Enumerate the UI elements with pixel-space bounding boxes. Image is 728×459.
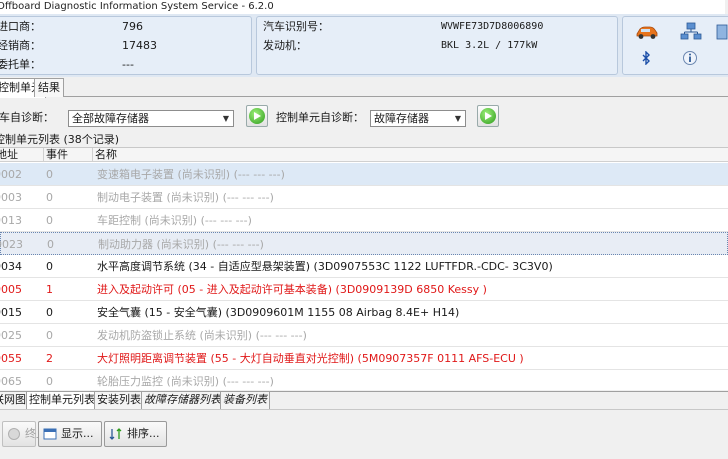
list-caption: 控制单元列表 (38个记录) (0, 133, 120, 146)
stop-button[interactable]: 终止 (2, 421, 47, 447)
chevron-down-icon: ▼ (222, 114, 230, 123)
tab-installation-list[interactable]: 安装列表 (94, 392, 144, 410)
cell-address: 0015 (0, 306, 22, 319)
cell-address: 0023 (0, 238, 23, 251)
table-row[interactable]: 0034 0 水平高度调节系统 (34 - 自适应型悬架装置) (3D0907553… (0, 255, 728, 278)
cell-name: 进入及起动许可 (05 - 进入及起动许可基本装备) (3D0909139D 6… (97, 283, 487, 296)
info-icon[interactable] (682, 50, 698, 66)
ecu-diag-select[interactable]: 故障存储器 ▼ (370, 110, 466, 127)
dealer-value: 796 (122, 20, 143, 33)
cell-name: 大灯照明距离调节装置 (55 - 大灯自动垂直对光控制) (5M0907357F… (97, 352, 524, 365)
cell-address: 0055 (0, 352, 22, 365)
cell-event: 0 (46, 260, 53, 273)
cell-name: 水平高度调节系统 (34 - 自适应型悬架装置) (3D0907553C 112… (97, 260, 553, 273)
bluetooth-icon[interactable] (641, 51, 651, 65)
cell-address: 0003 (0, 191, 22, 204)
bottom-tab-strip: 联网图 控制单元列表 安装列表 故障存储器列表 装备列表 (0, 391, 728, 410)
control-unit-grid[interactable]: 地址 事件 名称 00020变速箱电子装置 (尚未识别) (--- --- --… (0, 147, 728, 390)
vehicle-diag-select[interactable]: 全部故障存储器 ▼ (68, 110, 234, 127)
cell-event: 0 (46, 375, 53, 388)
cell-event: 0 (46, 191, 53, 204)
display-button-label: 显示... (61, 427, 94, 440)
ecu-diag-go-button[interactable] (477, 105, 499, 127)
tab-results[interactable]: 结果 (34, 78, 64, 97)
grid-header: 地址 事件 名称 (0, 148, 728, 162)
cell-name: 制动电子装置 (尚未识别) (--- --- ---) (97, 191, 274, 204)
table-row[interactable]: 0013 0 车距控制 (尚未识别) (--- --- ---) (0, 209, 728, 232)
cell-address: 0034 (0, 260, 22, 273)
vehicle-info-panel: 进口商： 796 经销商： 17483 委托单： --- 汽车识别号： WVWF… (0, 14, 728, 77)
cell-name: 发动机防盗锁止系统 (尚未识别) (--- --- ---) (97, 329, 307, 342)
display-icon (43, 428, 57, 440)
dealer-label: 进口商： (0, 20, 41, 33)
table-row[interactable]: 0055 2 大灯照明距离调节装置 (55 - 大灯自动垂直对光控制) (5M090… (0, 347, 728, 370)
network-icon[interactable] (680, 22, 702, 42)
top-tab-strip: 控制单元 结果 (0, 77, 728, 98)
panel-edge-icon (716, 24, 728, 40)
distributor-label: 经销商： (0, 39, 41, 52)
cell-event: 0 (46, 214, 53, 227)
diagnosis-selector-bar: 汽车自诊断： 全部故障存储器 ▼ 控制单元自诊断： 故障存储器 ▼ (0, 98, 728, 134)
cell-address: 0005 (0, 283, 22, 296)
table-row[interactable]: 0003 0 制动电子装置 (尚未识别) (--- --- ---) (0, 186, 728, 209)
tab-fault-memory-list[interactable]: 故障存储器列表 (141, 392, 224, 410)
window-title: Offboard Diagnostic Information System S… (0, 0, 725, 14)
distributor-value: 17483 (122, 39, 157, 52)
cell-address: 0025 (0, 329, 22, 342)
sort-icon (109, 428, 122, 440)
cell-name: 轮胎压力监控 (尚未识别) (--- --- ---) (97, 375, 274, 388)
display-button[interactable]: 显示... (38, 421, 102, 447)
cell-address: 0013 (0, 214, 22, 227)
vin-value: WVWFE73D7D8006890 (441, 21, 544, 32)
column-header-address[interactable]: 地址 (0, 148, 44, 162)
table-row[interactable]: 0023 0 制动助力器 (尚未识别) (--- --- ---) (0, 232, 728, 255)
tab-control-unit-list[interactable]: 控制单元列表 (26, 392, 98, 410)
table-row[interactable]: 0002 0 变速箱电子装置 (尚未识别) (--- --- ---) (0, 163, 728, 186)
vin-label: 汽车识别号： (263, 20, 329, 33)
order-label: 委托单： (0, 58, 41, 71)
table-row[interactable]: 0025 0 发动机防盗锁止系统 (尚未识别) (--- --- ---) (0, 324, 728, 347)
cell-event: 0 (46, 329, 53, 342)
ecu-diag-value: 故障存储器 (374, 112, 429, 125)
cell-name: 变速箱电子装置 (尚未识别) (--- --- ---) (97, 168, 285, 181)
tab-network-diagram[interactable]: 联网图 (0, 392, 29, 410)
engine-value: BKL 3.2L / 177kW (441, 40, 538, 51)
table-row[interactable]: 0015 0 安全气囊 (15 - 安全气囊) (3D0909601M 1155 0… (0, 301, 728, 324)
car-icon[interactable] (635, 24, 659, 40)
order-value: --- (122, 58, 134, 71)
vehicle-id-box: 汽车识别号： WVWFE73D7D8006890 发动机： BKL 3.2L /… (256, 16, 618, 75)
cell-name: 车距控制 (尚未识别) (--- --- ---) (97, 214, 252, 227)
arrow-right-icon (249, 108, 265, 124)
ecu-diag-label: 控制单元自诊断： (276, 111, 364, 124)
cell-event: 0 (46, 168, 53, 181)
sort-button[interactable]: 排序... (104, 421, 167, 447)
cell-event: 1 (46, 283, 53, 296)
vehicle-diag-value: 全部故障存储器 (72, 112, 149, 125)
cell-address: 0065 (0, 375, 22, 388)
cell-event: 0 (46, 306, 53, 319)
dealer-info-box: 进口商： 796 经销商： 17483 委托单： --- (0, 16, 252, 75)
bottom-toolbar: 终止 显示... 排序... (0, 409, 728, 459)
cell-name: 制动助力器 (尚未识别) (--- --- ---) (98, 238, 264, 251)
cell-address: 0002 (0, 168, 22, 181)
sort-button-label: 排序... (127, 427, 160, 440)
column-header-name[interactable]: 名称 (93, 148, 728, 162)
column-header-event[interactable]: 事件 (44, 148, 93, 162)
vehicle-diag-label: 汽车自诊断： (0, 111, 54, 124)
tab-equipment-list[interactable]: 装备列表 (220, 392, 270, 410)
cell-event: 2 (46, 352, 53, 365)
cell-name: 安全气囊 (15 - 安全气囊) (3D0909601M 1155 08 Air… (97, 306, 460, 319)
table-row[interactable]: 0065 0 轮胎压力监控 (尚未识别) (--- --- ---) (0, 370, 728, 390)
engine-label: 发动机： (263, 39, 307, 52)
stop-icon (8, 428, 20, 440)
chevron-down-icon: ▼ (454, 114, 462, 123)
vehicle-diag-go-button[interactable] (246, 105, 268, 127)
cell-event: 0 (47, 238, 54, 251)
table-row[interactable]: 0005 1 进入及起动许可 (05 - 进入及起动许可基本装备) (3D09091… (0, 278, 728, 301)
arrow-right-icon (480, 108, 496, 124)
